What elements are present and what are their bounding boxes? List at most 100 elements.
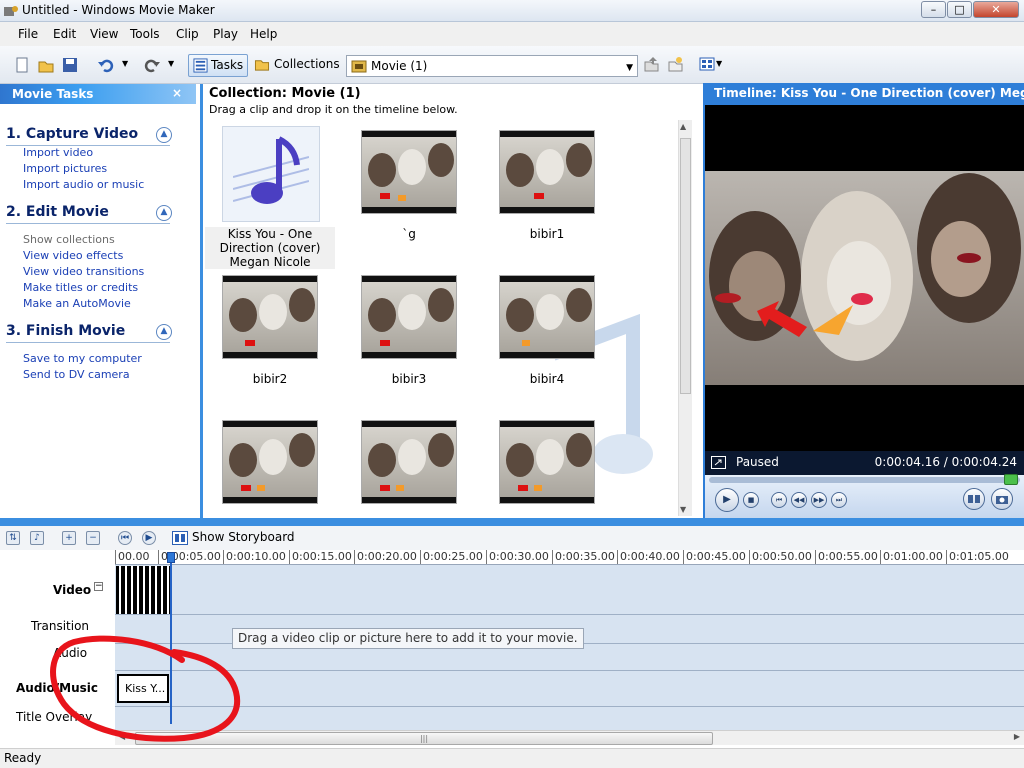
new-project-icon[interactable] [14,57,30,73]
narrate-timeline-icon[interactable]: ♪ [30,531,44,545]
collapse-icon[interactable]: ▲ [156,205,172,221]
previous-frame-button[interactable]: ⏮ [771,492,787,508]
section-finish-movie[interactable]: 3. Finish Movie ▲ [6,323,172,343]
maximize-button[interactable]: □ [947,1,972,18]
video-clip-strip[interactable] [116,566,170,614]
link-import-audio[interactable]: Import audio or music [23,178,144,191]
playback-time: 0:00:04.16 / 0:00:04.24 [874,455,1017,469]
timeline-scrollbar-thumb[interactable]: ||| [135,732,713,745]
split-clip-button[interactable] [963,488,985,510]
link-import-pictures[interactable]: Import pictures [23,162,107,175]
show-storyboard-label: Show Storyboard [192,530,295,544]
scrollbar-thumb[interactable] [680,138,691,394]
link-make-automovie[interactable]: Make an AutoMovie [23,297,131,310]
scroll-right-icon[interactable]: ▶ [1014,732,1020,741]
clip-thumbnail[interactable] [222,275,318,359]
set-audio-levels-icon[interactable]: ⇅ [6,531,20,545]
audio-clip[interactable]: Kiss Y... [117,674,169,703]
ruler-tick: 0:00:35.00 [552,550,615,564]
menu-view[interactable]: View [90,27,118,41]
save-project-icon[interactable] [62,57,78,73]
status-text: Ready [4,751,42,765]
next-frame-button[interactable]: ⏭ [831,492,847,508]
menu-edit[interactable]: Edit [53,27,76,41]
timeline-scrollbar[interactable]: ◀ ||| ▶ [115,730,1024,745]
drop-hint-tooltip: Drag a video clip or picture here to add… [232,628,584,649]
collection-select[interactable]: Movie (1) ▼ [346,55,638,77]
clip-thumbnail[interactable] [499,420,595,504]
scroll-down-icon[interactable]: ▼ [680,505,686,514]
rewind-button[interactable]: ◀◀ [791,492,807,508]
clip-thumbnail[interactable] [361,420,457,504]
views-dropdown-icon[interactable]: ▼ [716,59,732,75]
redo-icon[interactable] [144,57,160,73]
collapse-icon[interactable]: ▲ [156,127,172,143]
collection-pane: Collection: Movie (1) Drag a clip and dr… [200,84,696,518]
clip-thumbnail[interactable] [361,130,457,214]
undo-dropdown-icon[interactable]: ▼ [122,59,138,75]
menu-bar: File Edit View Tools Clip Play Help [0,22,1024,46]
undo-icon[interactable] [98,57,114,73]
clip-thumbnail[interactable] [499,130,595,214]
clip-thumbnail[interactable] [499,275,595,359]
views-icon[interactable] [699,56,715,72]
zoom-out-icon[interactable]: − [86,531,100,545]
pane-divider[interactable] [0,518,1024,526]
ruler-tick: 00.00 [115,550,150,564]
menu-clip[interactable]: Clip [176,27,199,41]
scroll-left-icon[interactable]: ◀ [119,732,125,741]
menu-play[interactable]: Play [213,27,238,41]
rewind-timeline-icon[interactable]: ⏮ [118,531,132,545]
close-button[interactable]: ✕ [973,1,1019,18]
clip-thumbnail-audio[interactable] [222,126,320,222]
menu-help[interactable]: Help [250,27,277,41]
title-bar: Untitled - Windows Movie Maker – □ ✕ [0,0,1024,22]
link-view-video-effects[interactable]: View video effects [23,249,123,262]
open-project-icon[interactable] [38,57,54,73]
playhead-knob[interactable] [167,552,175,563]
section-title: 1. Capture Video [6,126,139,142]
section-capture-video[interactable]: 1. Capture Video ▲ [6,126,172,146]
menu-file[interactable]: File [18,27,38,41]
ruler-tick: 0:01:05.00 [946,550,1009,564]
play-timeline-icon[interactable]: ▶ [142,531,156,545]
play-button[interactable]: ▶ [715,488,739,512]
link-view-video-transitions[interactable]: View video transitions [23,265,144,278]
menu-tools[interactable]: Tools [130,27,160,41]
collections-button[interactable]: Collections [252,54,340,77]
show-storyboard-button[interactable]: Show Storyboard [170,530,295,545]
fullscreen-icon[interactable] [711,456,726,469]
link-send-to-dv[interactable]: Send to DV camera [23,368,130,381]
collection-scrollbar[interactable]: ▲ ▼ [678,120,692,516]
seek-slider-knob[interactable] [1004,474,1018,485]
collapse-icon[interactable]: ▲ [156,324,172,340]
movie-maker-icon [4,6,18,16]
minimize-button[interactable]: – [921,1,946,18]
collections-label: Collections [274,57,340,71]
playhead[interactable] [167,552,175,724]
up-one-level-icon[interactable] [643,56,659,72]
seek-bar[interactable] [709,474,1020,485]
new-collection-icon[interactable] [667,56,683,72]
monitor-title: Timeline: Kiss You - One Direction (cove… [714,86,1024,100]
redo-dropdown-icon[interactable]: ▼ [168,59,184,75]
clip-thumbnail[interactable] [361,275,457,359]
timeline-ruler[interactable]: 00.00 0:00:05.00 0:00:10.00 0:00:15.00 0… [115,550,1024,565]
scroll-up-icon[interactable]: ▲ [680,122,686,131]
status-bar: Ready [0,748,1024,768]
ruler-tick: 0:00:50.00 [749,550,812,564]
section-edit-movie[interactable]: 2. Edit Movie ▲ [6,204,172,224]
fast-forward-button[interactable]: ▶▶ [811,492,827,508]
take-picture-button[interactable] [991,488,1013,510]
clip-thumbnail[interactable] [222,420,318,504]
link-save-to-computer[interactable]: Save to my computer [23,352,142,365]
close-pane-icon[interactable]: × [172,86,182,100]
collapse-track-icon[interactable]: − [94,582,103,591]
link-import-video[interactable]: Import video [23,146,93,159]
zoom-in-icon[interactable]: + [62,531,76,545]
section-title: 3. Finish Movie [6,323,126,339]
link-show-collections[interactable]: Show collections [23,233,115,246]
tasks-button[interactable]: Tasks [188,54,248,77]
stop-button[interactable]: ■ [743,492,759,508]
link-make-titles[interactable]: Make titles or credits [23,281,138,294]
